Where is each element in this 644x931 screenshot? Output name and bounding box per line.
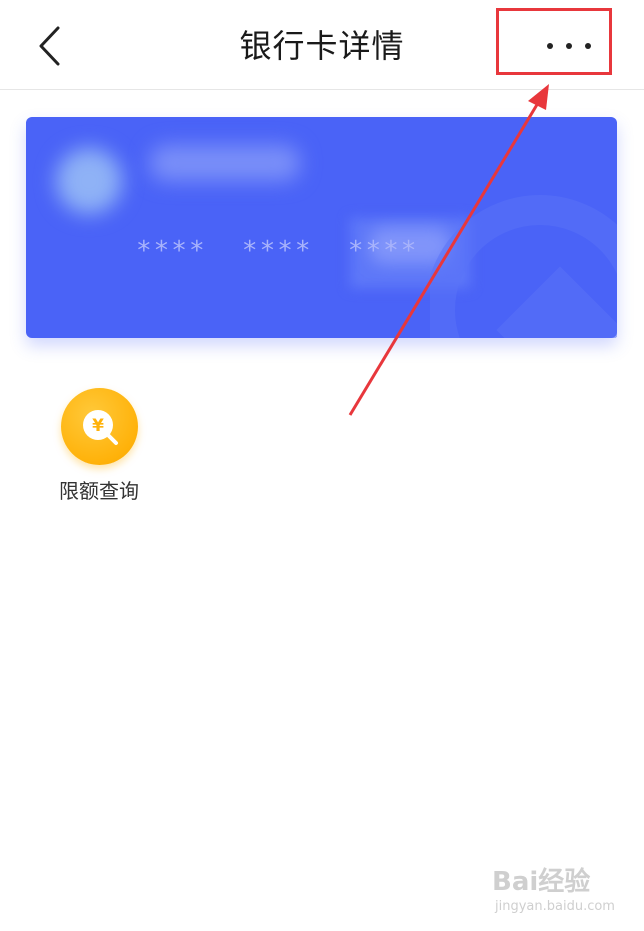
annotation-arrow: [348, 84, 549, 416]
baidu-jingyan-watermark-logo: Bai经验: [492, 867, 591, 897]
baidu-jingyan-watermark-url: jingyan.baidu.com: [495, 899, 615, 914]
bank-card-detail-page: 银行卡详情 **** **** **** ¥ 限额查询 Bai经验 jingya…: [0, 0, 644, 931]
